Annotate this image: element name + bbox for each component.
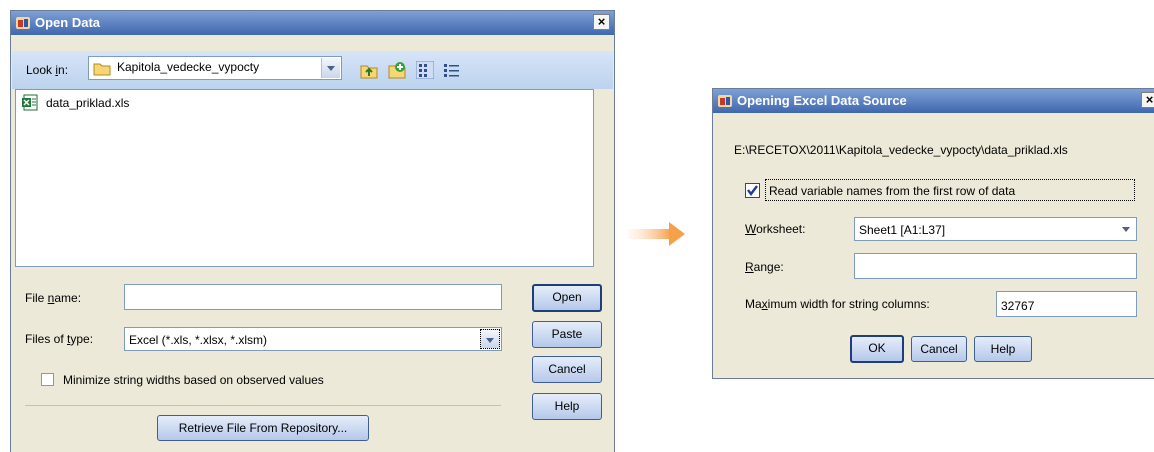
help-button[interactable]: Help	[532, 393, 602, 420]
read-names-checkbox[interactable]	[745, 183, 760, 198]
worksheet-label: Worksheet:	[745, 222, 806, 236]
chevron-down-icon[interactable]	[321, 58, 340, 78]
file-name: data_priklad.xls	[46, 96, 130, 110]
list-view-icon[interactable]	[416, 61, 434, 79]
spss-app-icon	[718, 95, 732, 107]
paste-button[interactable]: Paste	[532, 321, 602, 348]
open-button[interactable]: Open	[532, 284, 602, 312]
files-of-type-label: Files of type:	[25, 332, 94, 346]
files-of-type-dropdown[interactable]: Excel (*.xls, *.xlsx, *.xlsm)	[124, 327, 502, 351]
checkmark-icon	[747, 185, 758, 196]
look-in-label: Look in:	[26, 63, 69, 77]
look-in-toolbar: Look in: Kapitola_vedecke_vypocty	[12, 51, 613, 89]
chevron-down-icon[interactable]	[1117, 219, 1135, 239]
new-folder-icon[interactable]	[388, 61, 406, 79]
details-view-icon[interactable]	[442, 61, 460, 79]
minimize-label[interactable]: Minimize string widths based on observed…	[63, 373, 324, 387]
file-name-label: File name:	[25, 291, 82, 305]
excel-file-icon	[22, 94, 38, 111]
ok-button[interactable]: OK	[850, 335, 904, 363]
separator	[25, 405, 501, 406]
dialog-title: Opening Excel Data Source	[737, 93, 907, 108]
title-bar[interactable]: Open Data ×	[11, 11, 614, 35]
file-path: E:\RECETOX\2011\Kapitola_vedecke_vypocty…	[734, 143, 1068, 157]
cancel-button[interactable]: Cancel	[911, 336, 967, 362]
opening-excel-dialog: Opening Excel Data Source × E:\RECETOX\2…	[712, 88, 1154, 379]
max-width-input[interactable]: 32767	[996, 291, 1137, 317]
look-in-dropdown[interactable]: Kapitola_vedecke_vypocty	[88, 56, 342, 80]
close-button[interactable]: ×	[593, 14, 610, 30]
dialog-title: Open Data	[35, 15, 101, 30]
spss-app-icon	[16, 17, 30, 29]
worksheet-dropdown[interactable]: Sheet1 [A1:L37]	[854, 217, 1137, 241]
title-bar[interactable]: Opening Excel Data Source ×	[713, 89, 1154, 113]
help-button[interactable]: Help	[974, 336, 1032, 362]
folder-icon	[93, 63, 111, 76]
range-label: Range:	[745, 260, 784, 274]
range-input[interactable]	[854, 253, 1137, 279]
open-data-dialog: Open Data × Look in: Kapitola_vedecke_vy…	[10, 10, 615, 452]
file-list[interactable]: data_priklad.xls	[15, 89, 594, 267]
worksheet-value: Sheet1 [A1:L37]	[859, 223, 946, 237]
minimize-checkbox[interactable]	[41, 373, 54, 386]
retrieve-file-button[interactable]: Retrieve File From Repository...	[157, 415, 369, 441]
file-name-input[interactable]	[124, 284, 502, 310]
cancel-button[interactable]: Cancel	[532, 356, 602, 383]
arrow-right-icon	[627, 222, 685, 246]
max-width-label: Maximum width for string columns:	[745, 297, 930, 311]
read-names-label[interactable]: Read variable names from the first row o…	[769, 184, 1015, 198]
up-folder-icon[interactable]	[360, 61, 378, 79]
chevron-down-icon[interactable]	[480, 329, 500, 349]
files-of-type-value: Excel (*.xls, *.xlsx, *.xlsm)	[129, 333, 268, 347]
look-in-value: Kapitola_vedecke_vypocty	[117, 60, 260, 74]
close-button[interactable]: ×	[1141, 92, 1154, 108]
